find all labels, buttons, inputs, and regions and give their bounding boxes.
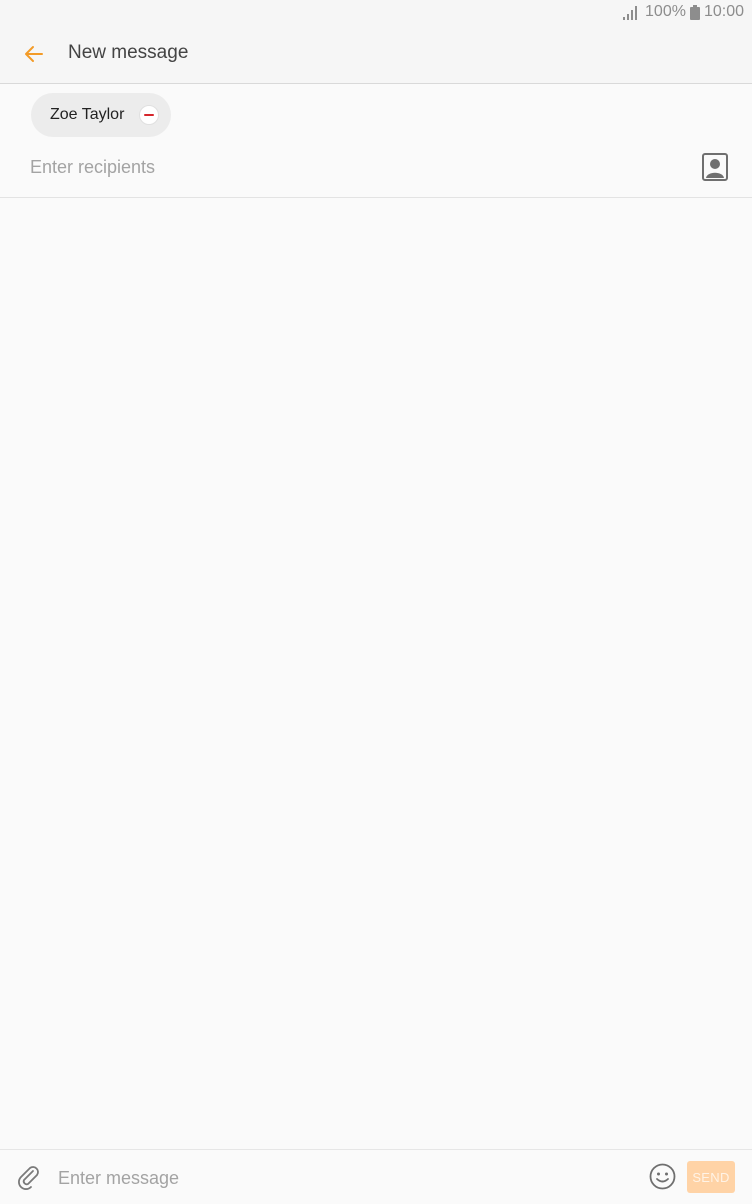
recipient-chip[interactable]: Zoe Taylor [31,93,172,137]
minus-circle-icon [144,114,155,116]
clock: 10:00 [703,3,744,20]
status-indicators: 100% 10:00 [623,3,744,21]
remove-recipient-button[interactable] [139,105,160,125]
recipient-chip-label: Zoe Taylor [50,106,125,123]
battery-icon [689,4,700,20]
attach-button[interactable] [14,1162,42,1190]
compose-bar: SEND [0,1149,752,1204]
message-input[interactable] [58,1162,618,1194]
recipients-input[interactable] [30,150,670,184]
arrow-left-icon [25,46,43,62]
contacts-button[interactable] [702,153,728,181]
emoji-button[interactable] [649,1163,676,1190]
contact-card-icon [702,153,728,181]
status-bar: 100% 10:00 [0,0,752,24]
battery-percent: 100% [645,3,686,20]
send-button[interactable]: SEND [687,1161,735,1193]
paperclip-icon [18,1166,39,1190]
app-bar: New message [0,24,752,84]
back-button[interactable] [14,34,54,74]
page-title: New message [68,42,189,63]
signal-icon [623,5,638,20]
smiley-icon [649,1163,676,1190]
recipients-area: Zoe Taylor [0,84,752,198]
conversation-area [0,198,752,1148]
